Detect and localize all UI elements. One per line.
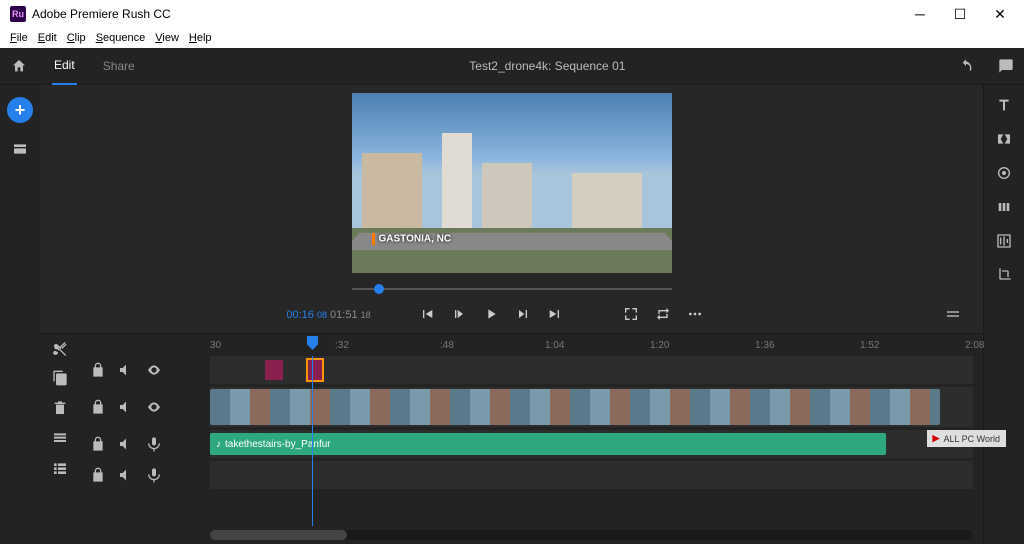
menu-help[interactable]: Help <box>185 32 216 44</box>
track-list-icon[interactable] <box>52 460 68 476</box>
comment-icon[interactable] <box>998 58 1014 74</box>
music-note-icon: ♪ <box>216 439 221 450</box>
marker-clip[interactable] <box>265 360 283 380</box>
right-sidebar <box>983 85 1024 544</box>
goto-end-icon[interactable] <box>547 306 565 324</box>
menu-clip[interactable]: Clip <box>63 32 90 44</box>
mute-icon[interactable] <box>118 467 134 483</box>
scrollbar-thumb[interactable] <box>210 530 347 540</box>
top-nav: Edit Share Test2_drone4k: Sequence 01 <box>0 48 1024 85</box>
loop-icon[interactable] <box>655 306 673 324</box>
audio-icon[interactable] <box>996 233 1012 249</box>
titles-icon[interactable] <box>996 97 1012 113</box>
home-icon[interactable] <box>10 57 28 75</box>
add-media-button[interactable]: + <box>7 97 33 123</box>
scrub-handle[interactable] <box>374 284 384 294</box>
track-audio-2 <box>80 461 973 489</box>
menu-file[interactable]: File <box>6 32 32 44</box>
track-content[interactable] <box>210 356 973 384</box>
window-title: Adobe Premiere Rush CC <box>32 7 900 21</box>
delete-icon[interactable] <box>52 400 68 416</box>
duplicate-icon[interactable] <box>52 370 68 386</box>
close-button[interactable]: ✕ <box>980 0 1020 28</box>
video-caption: GASTONIA, NC <box>372 233 452 245</box>
lock-icon[interactable] <box>90 362 106 378</box>
more-icon[interactable] <box>687 306 705 324</box>
minimize-button[interactable]: ─ <box>900 0 940 28</box>
transitions-icon[interactable] <box>996 131 1012 147</box>
playback-controls: 00:16 08 01:51 18 <box>40 297 983 333</box>
watermark: ▶ ALL PC World <box>927 430 1006 447</box>
visibility-icon[interactable] <box>146 362 162 378</box>
mute-icon[interactable] <box>118 399 134 415</box>
watermark-text: ALL PC World <box>943 434 1000 444</box>
mute-icon[interactable] <box>118 436 134 452</box>
timeline: 30 :32 :48 1:04 1:20 1:36 1:52 2:08 2:24 <box>40 333 983 544</box>
menu-edit[interactable]: Edit <box>34 32 61 44</box>
project-panel-icon[interactable] <box>12 141 28 157</box>
time-ruler[interactable]: 30 :32 :48 1:04 1:20 1:36 1:52 2:08 2:24 <box>80 334 983 356</box>
track-video <box>80 387 973 427</box>
speed-icon[interactable] <box>996 199 1012 215</box>
timeline-scrollbar[interactable] <box>210 530 973 540</box>
playhead[interactable] <box>312 356 313 526</box>
undo-icon[interactable] <box>958 58 974 74</box>
mic-icon[interactable] <box>146 467 162 483</box>
visibility-icon[interactable] <box>146 399 162 415</box>
watermark-icon: ▶ <box>933 433 940 444</box>
play-icon[interactable] <box>483 306 501 324</box>
mic-icon[interactable] <box>146 436 162 452</box>
titlebar: Ru Adobe Premiere Rush CC ─ ☐ ✕ <box>0 0 1024 28</box>
lock-icon[interactable] <box>90 399 106 415</box>
scrub-bar[interactable] <box>40 281 983 297</box>
track-audio-1: ♪ takethestairs-by_Panfur <box>80 430 973 458</box>
tracks-area: ♪ takethestairs-by_Panfur <box>80 356 983 526</box>
maximize-button[interactable]: ☐ <box>940 0 980 28</box>
goto-start-icon[interactable] <box>419 306 437 324</box>
timecode: 00:16 08 01:51 18 <box>286 309 370 321</box>
lock-icon[interactable] <box>90 467 106 483</box>
menubar: File Edit Clip Sequence View Help <box>0 28 1024 48</box>
track-overlay <box>80 356 973 384</box>
lock-icon[interactable] <box>90 436 106 452</box>
audio-clip-label: takethestairs-by_Panfur <box>225 439 331 450</box>
tab-share[interactable]: Share <box>101 48 137 84</box>
mute-icon[interactable] <box>118 362 134 378</box>
menu-sequence[interactable]: Sequence <box>92 32 150 44</box>
video-clip[interactable] <box>210 389 940 425</box>
tab-edit[interactable]: Edit <box>52 47 77 85</box>
step-forward-icon[interactable] <box>515 306 533 324</box>
timeline-tools <box>40 334 80 544</box>
track-content[interactable]: ♪ takethestairs-by_Panfur <box>210 430 973 458</box>
left-sidebar: + <box>0 85 40 544</box>
menu-view[interactable]: View <box>151 32 183 44</box>
marker-clip-selected[interactable] <box>308 360 322 380</box>
app-logo-icon: Ru <box>10 6 26 22</box>
track-content[interactable] <box>210 387 973 427</box>
fullscreen-icon[interactable] <box>623 306 641 324</box>
tracks-expand-icon[interactable] <box>52 430 68 446</box>
step-back-icon[interactable] <box>451 306 469 324</box>
video-preview[interactable]: GASTONIA, NC <box>40 85 983 281</box>
track-content[interactable] <box>210 461 973 489</box>
color-icon[interactable] <box>996 165 1012 181</box>
project-title: Test2_drone4k: Sequence 01 <box>161 59 934 73</box>
timeline-options-icon[interactable] <box>945 306 963 324</box>
scissors-icon[interactable] <box>52 340 68 356</box>
crop-icon[interactable] <box>996 267 1012 283</box>
